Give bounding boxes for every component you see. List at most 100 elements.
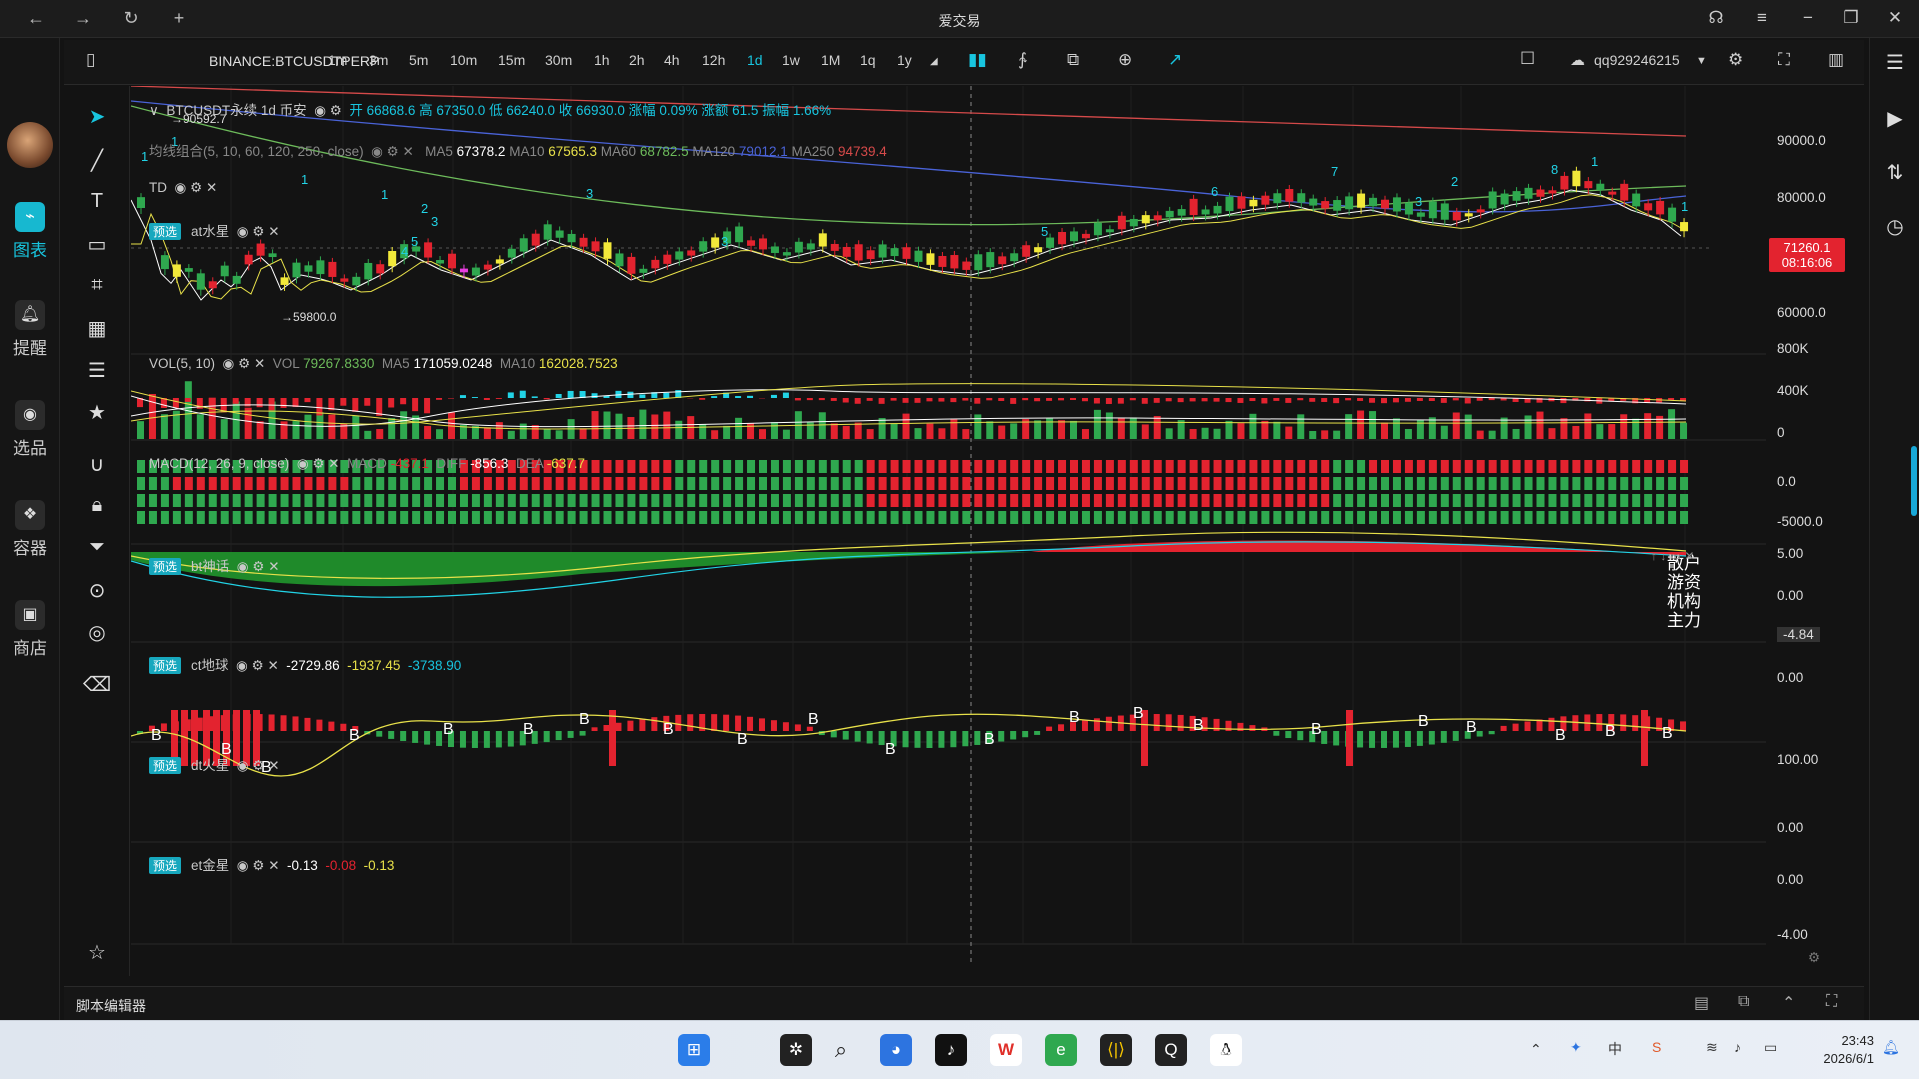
pane-controls[interactable]: ↑ ↓ ▭ ✕: [1651, 549, 1694, 563]
grid-icon[interactable]: ▦: [64, 316, 130, 341]
app-pinwheel-icon[interactable]: ✲: [780, 1034, 812, 1066]
system-clock[interactable]: 23:43 2026/6/1: [1794, 1032, 1874, 1068]
text-icon[interactable]: T: [64, 190, 130, 213]
gear-icon[interactable]: ⚙: [252, 758, 264, 773]
target-icon[interactable]: ⊙: [64, 578, 130, 603]
symbol-selector[interactable]: BINANCE:BTCUSDTPERP: [209, 53, 379, 69]
eraser-icon[interactable]: ⌫: [64, 672, 130, 697]
script-editor-label[interactable]: 脚本编辑器: [76, 996, 146, 1016]
close-icon[interactable]: ✕: [268, 758, 279, 773]
fullscreen-box-icon[interactable]: ☐: [1520, 49, 1535, 69]
tray-chevron-icon[interactable]: ⌃: [1530, 1041, 1542, 1058]
rectangle-icon[interactable]: ▭: [64, 232, 130, 257]
eye-icon[interactable]: ◉: [237, 224, 249, 239]
ai-tray-icon[interactable]: ✦: [1570, 1039, 1582, 1056]
wps-icon[interactable]: W: [990, 1034, 1022, 1066]
app-q-icon[interactable]: Q: [1155, 1034, 1187, 1066]
close-icon[interactable]: ✕: [1883, 8, 1907, 28]
eye-icon[interactable]: ◉: [371, 144, 383, 159]
magnet-icon[interactable]: ∪: [64, 452, 130, 477]
restore-icon[interactable]: ❐: [1839, 8, 1863, 28]
star-icon[interactable]: ★: [64, 400, 130, 425]
eye-icon[interactable]: ◉: [297, 456, 309, 471]
expand-up-icon[interactable]: ⌃: [1782, 993, 1795, 1013]
watchlist-icon[interactable]: ☰: [1870, 50, 1919, 75]
gear-icon[interactable]: ⚙: [252, 559, 264, 574]
gear-icon[interactable]: ⚙: [312, 456, 324, 471]
close-icon[interactable]: ✕: [403, 144, 414, 159]
nav-container[interactable]: ❖ 容器: [0, 500, 60, 559]
lock-icon[interactable]: 🔒︎: [64, 494, 130, 517]
new-script-icon[interactable]: ⧉: [1738, 993, 1749, 1011]
interval-30m[interactable]: 30m: [545, 52, 572, 68]
right-scrollbar[interactable]: [1911, 446, 1917, 516]
interval-12h[interactable]: 12h: [702, 52, 725, 68]
ime-icon[interactable]: 中: [1608, 1039, 1622, 1059]
interval-1q[interactable]: 1q: [860, 52, 876, 68]
eye-icon[interactable]: ◉: [237, 758, 249, 773]
axis-settings-icon[interactable]: ⚙: [1808, 950, 1820, 966]
nav-alert[interactable]: 🔔︎ 提醒: [0, 300, 60, 359]
settings-icon[interactable]: ⚙: [1728, 50, 1743, 70]
interval-2h[interactable]: 2h: [629, 52, 645, 68]
trading-app-icon[interactable]: ⟨|⟩: [1100, 1034, 1132, 1066]
clock-icon[interactable]: ◷: [1870, 214, 1919, 239]
interval-1m[interactable]: 1m: [328, 52, 347, 68]
interval-5m[interactable]: 5m: [409, 52, 428, 68]
candle-type-icon[interactable]: ▮▮: [968, 50, 987, 70]
nav-chart[interactable]: ⌁ 图表: [0, 202, 60, 261]
close-icon[interactable]: ✕: [267, 658, 278, 673]
close-icon[interactable]: ✕: [206, 180, 217, 195]
eye-icon[interactable]: ◉: [237, 858, 249, 873]
gear-icon[interactable]: ⚙: [190, 180, 202, 195]
layout-icon[interactable]: ▯: [86, 50, 95, 70]
close-icon[interactable]: ✕: [268, 858, 279, 873]
interval-1y[interactable]: 1y: [897, 52, 912, 68]
gear-icon[interactable]: ⚙: [238, 356, 250, 371]
interval-dropdown-icon[interactable]: ◢: [930, 56, 938, 67]
cursor-icon[interactable]: ➤: [64, 104, 130, 129]
interval-1d[interactable]: 1d: [747, 52, 763, 68]
search-icon[interactable]: ⌕: [825, 1034, 857, 1066]
gear-icon[interactable]: ⚙: [252, 858, 264, 873]
gear-icon[interactable]: ⚙: [330, 103, 342, 118]
nav-screener[interactable]: ◉ 选品: [0, 400, 60, 459]
maximize-icon[interactable]: ⛶: [1826, 993, 1837, 1011]
compare-icon[interactable]: ⧉: [1067, 50, 1079, 70]
alert-add-icon[interactable]: ⊕: [1118, 50, 1132, 70]
chart-area[interactable]: BBBBBBBBBBBBBBBBBBBBB111123543356732811 …: [131, 86, 1766, 976]
gear-icon[interactable]: ⚙: [252, 658, 264, 673]
expand-icon[interactable]: ⛶: [1778, 50, 1790, 70]
gear-icon[interactable]: ⚙: [252, 224, 264, 239]
interval-1h[interactable]: 1h: [594, 52, 610, 68]
close-icon[interactable]: ✕: [254, 356, 265, 371]
indicator-icon[interactable]: ∱: [1018, 50, 1027, 70]
play-icon[interactable]: ▶: [1870, 106, 1919, 131]
wifi-icon[interactable]: ≋: [1706, 1039, 1718, 1056]
chart-canvas[interactable]: BBBB B BBBBBBBB BB B B B B B B111123543356732811: [131, 86, 1766, 976]
battery-icon[interactable]: ▭: [1764, 1039, 1777, 1056]
close-icon[interactable]: ✕: [268, 224, 279, 239]
interval-3m[interactable]: 3m: [369, 52, 388, 68]
qq-icon[interactable]: 🐧︎: [1210, 1034, 1242, 1066]
avatar[interactable]: [7, 122, 53, 168]
gear-icon[interactable]: ⚙: [387, 144, 399, 159]
fib-icon[interactable]: ☰: [64, 358, 130, 383]
trendline-icon[interactable]: ╱: [64, 148, 130, 173]
filter-icon[interactable]: ⏷: [64, 536, 130, 559]
interval-4h[interactable]: 4h: [664, 52, 680, 68]
nav-store[interactable]: ▣ 商店: [0, 600, 60, 659]
eye-icon[interactable]: ◉: [223, 356, 235, 371]
close-icon[interactable]: ✕: [328, 456, 339, 471]
panel-icon[interactable]: ▥: [1828, 50, 1844, 70]
draw-toggle-icon[interactable]: ↗: [1168, 50, 1182, 70]
eye-icon[interactable]: ◉: [236, 658, 248, 673]
collapse-icon[interactable]: ∨: [149, 103, 159, 118]
eye-icon[interactable]: ◉: [175, 180, 187, 195]
browser-icon[interactable]: e: [1045, 1034, 1077, 1066]
save-script-icon[interactable]: ▤: [1694, 993, 1709, 1013]
trade-icon[interactable]: ⇅: [1870, 160, 1919, 185]
crop-icon[interactable]: ⌗: [64, 274, 130, 297]
user-account[interactable]: qq929246215: [1594, 52, 1680, 68]
tiktok-icon[interactable]: ♪: [935, 1034, 967, 1066]
